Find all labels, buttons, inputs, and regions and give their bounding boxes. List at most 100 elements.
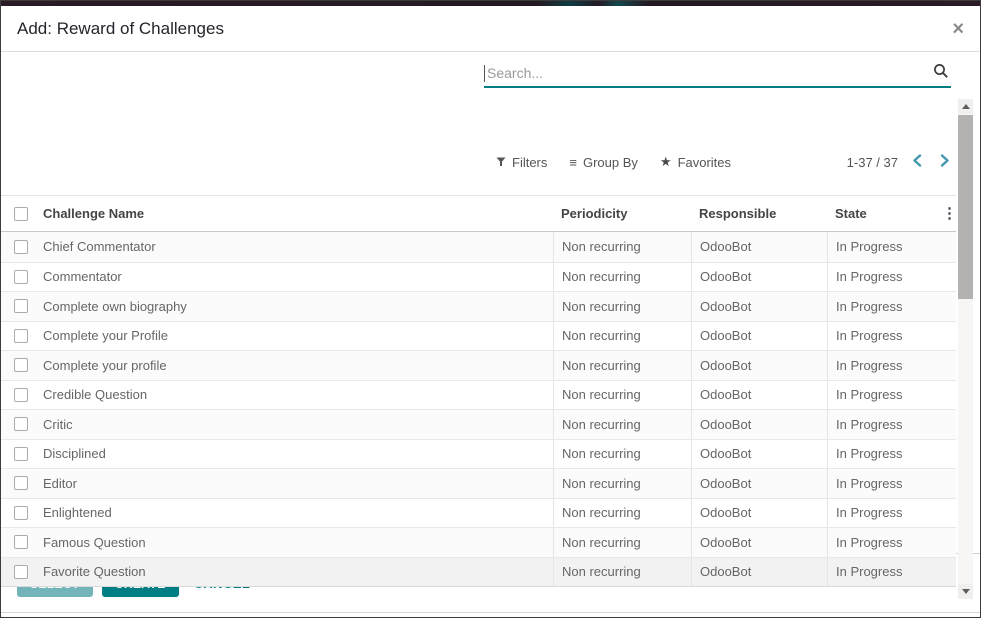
cell-periodicity[interactable]: Non recurring bbox=[553, 232, 691, 262]
table-row[interactable]: Commentator Non recurring OdooBot In Pro… bbox=[1, 262, 956, 292]
cell-challenge-name[interactable]: Chief Commentator bbox=[41, 239, 553, 254]
cell-state[interactable]: In Progress bbox=[827, 263, 956, 292]
cell-state[interactable]: In Progress bbox=[827, 292, 956, 321]
cell-challenge-name[interactable]: Complete your Profile bbox=[41, 328, 553, 343]
cell-responsible[interactable]: OdooBot bbox=[691, 322, 827, 351]
cell-challenge-name[interactable]: Critic bbox=[41, 417, 553, 432]
cell-state[interactable]: In Progress bbox=[827, 381, 956, 410]
cell-responsible[interactable]: OdooBot bbox=[691, 292, 827, 321]
cell-challenge-name[interactable]: Credible Question bbox=[41, 387, 553, 402]
cell-state[interactable]: In Progress bbox=[827, 232, 956, 262]
table-row[interactable]: Disciplined Non recurring OdooBot In Pro… bbox=[1, 439, 956, 469]
cell-challenge-name[interactable]: Enlightened bbox=[41, 505, 553, 520]
table-row[interactable]: Famous Question Non recurring OdooBot In… bbox=[1, 527, 956, 557]
table-row[interactable]: Credible Question Non recurring OdooBot … bbox=[1, 380, 956, 410]
cell-state[interactable]: In Progress bbox=[827, 351, 956, 380]
select-all-checkbox[interactable] bbox=[14, 207, 28, 221]
cell-periodicity[interactable]: Non recurring bbox=[553, 322, 691, 351]
table-row[interactable]: Chief Commentator Non recurring OdooBot … bbox=[1, 232, 956, 262]
table-row[interactable]: Favorite Question Non recurring OdooBot … bbox=[1, 557, 956, 587]
table-row[interactable]: Complete your Profile Non recurring Odoo… bbox=[1, 321, 956, 351]
favorites-button[interactable]: ★ Favorites bbox=[660, 154, 731, 170]
cell-state[interactable]: In Progress bbox=[827, 499, 956, 528]
cell-challenge-name[interactable]: Favorite Question bbox=[41, 564, 553, 579]
row-checkbox[interactable] bbox=[14, 358, 28, 372]
row-checkbox[interactable] bbox=[14, 506, 28, 520]
cell-challenge-name[interactable]: Complete your profile bbox=[41, 358, 553, 373]
cell-periodicity[interactable]: Non recurring bbox=[553, 469, 691, 498]
cell-periodicity[interactable]: Non recurring bbox=[553, 528, 691, 557]
group-by-icon: ≡ bbox=[569, 155, 577, 170]
column-header-responsible[interactable]: Responsible bbox=[691, 206, 827, 221]
row-checkbox-cell bbox=[1, 506, 41, 520]
cell-state[interactable]: In Progress bbox=[827, 558, 956, 587]
search-controls: Filters ≡ Group By ★ Favorites 1-37 / 37 bbox=[1, 152, 954, 172]
row-checkbox[interactable] bbox=[14, 388, 28, 402]
cell-responsible[interactable]: OdooBot bbox=[691, 410, 827, 439]
row-checkbox-cell bbox=[1, 388, 41, 402]
cell-responsible[interactable]: OdooBot bbox=[691, 263, 827, 292]
cell-responsible[interactable]: OdooBot bbox=[691, 440, 827, 469]
scrollbar-thumb[interactable] bbox=[958, 115, 973, 299]
cell-responsible[interactable]: OdooBot bbox=[691, 351, 827, 380]
cell-periodicity[interactable]: Non recurring bbox=[553, 351, 691, 380]
row-checkbox[interactable] bbox=[14, 329, 28, 343]
table-body: Chief Commentator Non recurring OdooBot … bbox=[1, 232, 956, 587]
cell-challenge-name[interactable]: Editor bbox=[41, 476, 553, 491]
scroll-up-button[interactable] bbox=[958, 99, 973, 114]
group-by-label: Group By bbox=[583, 155, 638, 170]
cell-challenge-name[interactable]: Famous Question bbox=[41, 535, 553, 550]
search-input[interactable] bbox=[485, 65, 933, 81]
column-options-cell: ⋮ bbox=[934, 206, 956, 221]
cell-periodicity[interactable]: Non recurring bbox=[553, 381, 691, 410]
row-checkbox[interactable] bbox=[14, 476, 28, 490]
table-row[interactable]: Critic Non recurring OdooBot In Progress bbox=[1, 409, 956, 439]
filters-button[interactable]: Filters bbox=[496, 155, 547, 170]
cell-periodicity[interactable]: Non recurring bbox=[553, 410, 691, 439]
table-row[interactable]: Enlightened Non recurring OdooBot In Pro… bbox=[1, 498, 956, 528]
table-row[interactable]: Editor Non recurring OdooBot In Progress bbox=[1, 468, 956, 498]
scroll-down-button[interactable] bbox=[958, 584, 973, 599]
search-icon[interactable] bbox=[933, 63, 949, 84]
pager-previous-button[interactable] bbox=[908, 152, 926, 172]
row-checkbox[interactable] bbox=[14, 535, 28, 549]
close-icon[interactable]: × bbox=[952, 19, 964, 39]
row-checkbox[interactable] bbox=[14, 240, 28, 254]
cell-state[interactable]: In Progress bbox=[827, 528, 956, 557]
cell-responsible[interactable]: OdooBot bbox=[691, 499, 827, 528]
cell-responsible[interactable]: OdooBot bbox=[691, 528, 827, 557]
cell-state[interactable]: In Progress bbox=[827, 440, 956, 469]
column-header-periodicity[interactable]: Periodicity bbox=[553, 206, 691, 221]
cell-challenge-name[interactable]: Disciplined bbox=[41, 446, 553, 461]
cell-state[interactable]: In Progress bbox=[827, 410, 956, 439]
cell-responsible[interactable]: OdooBot bbox=[691, 469, 827, 498]
chevron-left-icon bbox=[912, 154, 922, 170]
column-header-challenge-name[interactable]: Challenge Name bbox=[41, 206, 553, 221]
table-row[interactable]: Complete your profile Non recurring Odoo… bbox=[1, 350, 956, 380]
challenges-table: Challenge Name Periodicity Responsible S… bbox=[1, 195, 956, 587]
cell-periodicity[interactable]: Non recurring bbox=[553, 558, 691, 587]
cell-periodicity[interactable]: Non recurring bbox=[553, 440, 691, 469]
vertical-scrollbar[interactable] bbox=[958, 99, 973, 599]
group-by-button[interactable]: ≡ Group By bbox=[569, 155, 638, 170]
funnel-icon bbox=[496, 155, 506, 170]
cell-challenge-name[interactable]: Commentator bbox=[41, 269, 553, 284]
pager-next-button[interactable] bbox=[936, 152, 954, 172]
row-checkbox[interactable] bbox=[14, 270, 28, 284]
cell-state[interactable]: In Progress bbox=[827, 322, 956, 351]
column-header-state[interactable]: State bbox=[827, 206, 934, 221]
row-checkbox[interactable] bbox=[14, 565, 28, 579]
cell-periodicity[interactable]: Non recurring bbox=[553, 263, 691, 292]
cell-state[interactable]: In Progress bbox=[827, 469, 956, 498]
cell-responsible[interactable]: OdooBot bbox=[691, 232, 827, 262]
row-checkbox[interactable] bbox=[14, 417, 28, 431]
row-checkbox[interactable] bbox=[14, 447, 28, 461]
cell-challenge-name[interactable]: Complete own biography bbox=[41, 299, 553, 314]
kebab-menu-icon[interactable]: ⋮ bbox=[942, 206, 956, 221]
table-row[interactable]: Complete own biography Non recurring Odo… bbox=[1, 291, 956, 321]
cell-responsible[interactable]: OdooBot bbox=[691, 558, 827, 587]
cell-periodicity[interactable]: Non recurring bbox=[553, 499, 691, 528]
cell-periodicity[interactable]: Non recurring bbox=[553, 292, 691, 321]
row-checkbox[interactable] bbox=[14, 299, 28, 313]
cell-responsible[interactable]: OdooBot bbox=[691, 381, 827, 410]
